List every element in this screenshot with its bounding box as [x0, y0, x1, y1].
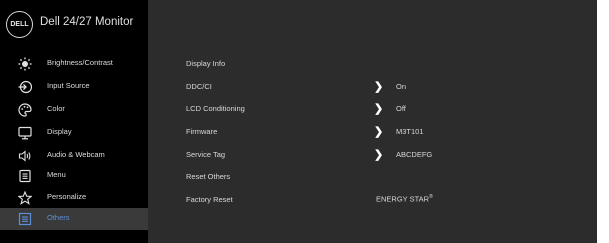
row-label: LCD Conditioning [186, 104, 245, 113]
monitor-title: Dell 24/27 Monitor [40, 16, 134, 28]
menu-row-reset-others[interactable]: Reset Others [186, 172, 586, 186]
row-label: Firmware [186, 127, 218, 136]
row-label: DDC/CI [186, 82, 212, 91]
input-source-icon [17, 79, 33, 95]
sidebar-item-label: Display [47, 127, 72, 136]
monitor-osd: DELL Dell 24/27 Monitor Brightness/Contr… [0, 0, 597, 243]
menu-row-ddc-ci[interactable]: DDC/CI ❯ On [186, 81, 586, 96]
display-icon [17, 125, 33, 141]
others-icon [17, 211, 33, 227]
osd-header: DELL Dell 24/27 Monitor [0, 0, 148, 48]
row-value: On [396, 82, 407, 91]
sidebar-item-others[interactable]: Others [0, 208, 148, 230]
menu-row-display-info[interactable]: Display Info [186, 59, 586, 73]
chevron-right-icon: ❯ [374, 149, 384, 161]
star-icon [17, 190, 33, 206]
row-value: Off [396, 104, 406, 113]
sidebar-item-personalize[interactable]: Personalize [0, 187, 148, 209]
row-label: Service Tag [186, 150, 226, 159]
chevron-right-icon: ❯ [374, 81, 384, 93]
sidebar-item-color[interactable]: Color [0, 99, 148, 121]
row-label: Display Info [186, 59, 226, 68]
dell-logo-text: DELL [10, 21, 29, 28]
energy-star-label: ENERGY STAR® [376, 194, 433, 204]
sidebar-item-label: Input Source [47, 81, 90, 90]
sidebar-item-display[interactable]: Display [0, 122, 148, 144]
brightness-icon [17, 56, 33, 72]
row-label: Factory Reset [186, 195, 233, 204]
chevron-right-icon: ❯ [374, 103, 384, 115]
speaker-icon [17, 148, 33, 164]
chevron-right-icon: ❯ [374, 126, 384, 138]
sidebar: DELL Dell 24/27 Monitor Brightness/Contr… [0, 0, 148, 243]
sidebar-item-label: Brightness/Contrast [47, 58, 113, 67]
color-palette-icon [17, 102, 33, 118]
menu-row-service-tag[interactable]: Service Tag ❯ ABCDEFG [186, 149, 586, 164]
row-value: ABCDEFG [396, 150, 433, 159]
sidebar-item-brightness-contrast[interactable]: Brightness/Contrast [0, 53, 148, 75]
sidebar-item-label: Audio & Webcam [47, 150, 105, 159]
energy-star-text: ENERGY STAR [376, 194, 430, 204]
sidebar-item-label: Color [47, 104, 65, 113]
dell-logo: DELL [6, 11, 33, 38]
sidebar-item-input-source[interactable]: Input Source [0, 76, 148, 98]
menu-icon [17, 168, 33, 184]
sidebar-item-audio-webcam[interactable]: Audio & Webcam [0, 145, 148, 167]
sidebar-item-label: Others [47, 213, 70, 222]
row-value: M3T101 [396, 127, 424, 136]
sidebar-item-menu[interactable]: Menu [0, 165, 148, 187]
registered-mark: ® [429, 194, 433, 200]
sidebar-item-label: Menu [47, 170, 66, 179]
menu-row-lcd-conditioning[interactable]: LCD Conditioning ❯ Off [186, 103, 586, 118]
menu-row-firmware[interactable]: Firmware ❯ M3T101 [186, 126, 586, 141]
row-label: Reset Others [186, 172, 231, 181]
sidebar-item-label: Personalize [47, 192, 87, 201]
